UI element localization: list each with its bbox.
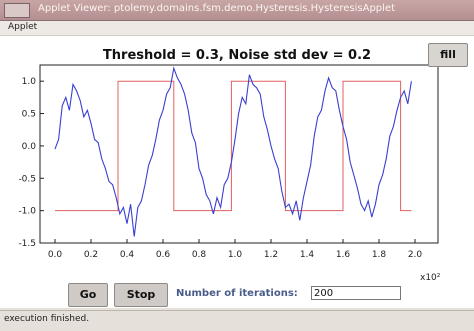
- window-title: Applet Viewer: ptolemy.domains.fsm.demo.…: [38, 3, 396, 14]
- x-tick-label: 0.0: [48, 250, 63, 260]
- title-bar: Applet Viewer: ptolemy.domains.fsm.demo.…: [0, 0, 474, 21]
- x-tick-label: 0.4: [120, 250, 135, 260]
- x-tick-label: 2.0: [408, 250, 423, 260]
- x-tick-label: 1.4: [300, 250, 315, 260]
- applet-content: Threshold = 0.3, Noise std dev = 0.2 0.0…: [0, 36, 474, 308]
- x-tick-label: 1.6: [336, 250, 351, 260]
- y-tick-label: 0.0: [22, 142, 37, 152]
- window-menu-icon[interactable]: [4, 3, 30, 18]
- plot-frame: [39, 64, 439, 244]
- status-bar: execution finished.: [0, 310, 474, 331]
- x-tick-label: 0.6: [156, 250, 171, 260]
- x-tick-label: 1.0: [228, 250, 243, 260]
- menu-bar: Applet: [0, 21, 474, 36]
- stop-button[interactable]: Stop: [114, 283, 168, 307]
- x-tick-label: 1.2: [264, 250, 278, 260]
- y-tick-label: -0.5: [18, 174, 36, 184]
- y-tick-label: 0.5: [22, 110, 36, 120]
- status-text: execution finished.: [4, 314, 90, 324]
- x-axis-multiplier: x10²: [420, 273, 441, 283]
- menu-applet[interactable]: Applet: [8, 22, 37, 32]
- plot-canvas: 0.0 0.2 0.4 0.6 0.8 1.0 1.2 1.4 1.6 1.8 2.0 1.0 0.5 0…: [18, 64, 441, 283]
- y-tick-label: -1.0: [18, 207, 36, 217]
- plot-axes: 0.0 0.2 0.4 0.6 0.8 1.0 1.2 1.4 1.6 1.8 2.0 1.0 0.5 0…: [18, 64, 439, 260]
- x-tick-label: 1.8: [372, 250, 387, 260]
- x-tick-label: 0.2: [84, 250, 98, 260]
- x-tick-label: 0.8: [192, 250, 207, 260]
- y-tick-label: -1.5: [18, 239, 36, 249]
- y-tick-label: 1.0: [22, 77, 37, 87]
- input-series-line: [54, 66, 412, 237]
- iterations-input[interactable]: [311, 286, 401, 300]
- iterations-label: Number of iterations:: [176, 288, 298, 299]
- fill-button[interactable]: fill: [428, 43, 468, 67]
- go-button[interactable]: Go: [68, 283, 108, 307]
- plot-series: [54, 66, 412, 237]
